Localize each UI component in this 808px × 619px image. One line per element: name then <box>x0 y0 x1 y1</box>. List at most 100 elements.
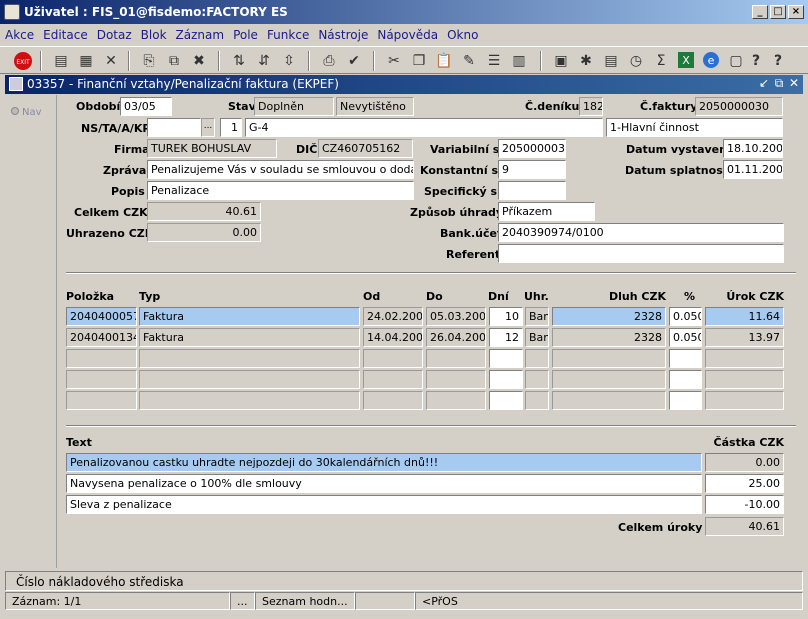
cut-icon[interactable]: ✂ <box>383 51 405 71</box>
cell-urok[interactable]: 11.64 <box>705 307 784 326</box>
cell-dni[interactable] <box>489 349 523 368</box>
copy-record-icon[interactable]: ⎘ <box>138 51 160 71</box>
zprava-field[interactable]: Penalizujeme Vás v souladu se smlouvou o… <box>147 160 414 179</box>
cell-do[interactable]: 05.03.2004 <box>426 307 486 326</box>
varsym-field[interactable]: 2050000030 <box>498 139 566 158</box>
paste-icon[interactable]: 📋 <box>433 51 455 71</box>
cell-do[interactable] <box>426 349 486 368</box>
cell-polozka[interactable] <box>66 391 137 410</box>
insert-record-icon[interactable]: ▦ <box>75 51 97 71</box>
menu-zaznam[interactable]: Záznam <box>171 25 229 42</box>
text-row-2[interactable]: Navysena penalizace o 100% dle smlouvy <box>66 474 702 493</box>
cell-urok[interactable] <box>705 349 784 368</box>
cell-urok[interactable] <box>705 370 784 389</box>
cell-do[interactable]: 26.04.2004 <box>426 328 486 347</box>
a-field[interactable]: G-4 <box>245 118 603 137</box>
cell-uhr[interactable] <box>525 349 549 368</box>
calculator-icon[interactable]: ▣ <box>550 51 572 71</box>
exit-icon[interactable]: EXIT <box>12 51 34 71</box>
sort-asc-icon[interactable]: ⇅ <box>228 51 250 71</box>
cell-dluh[interactable] <box>552 370 666 389</box>
castka-row-3[interactable]: -10.00 <box>705 495 784 514</box>
new-record-icon[interactable]: ▤ <box>50 51 72 71</box>
edit-icon[interactable]: ✎ <box>458 51 480 71</box>
cell-typ[interactable]: Faktura <box>139 328 360 347</box>
sort-desc-icon[interactable]: ⇵ <box>253 51 275 71</box>
save-icon[interactable]: ✔ <box>343 51 365 71</box>
cell-typ[interactable] <box>139 370 360 389</box>
cell-uhr[interactable]: Banl <box>525 328 549 347</box>
document-icon[interactable]: ▤ <box>600 51 622 71</box>
cell-urok[interactable] <box>705 391 784 410</box>
ta-field[interactable]: 1 <box>220 118 242 137</box>
menu-dotaz[interactable]: Dotaz <box>92 25 136 42</box>
sort-icon[interactable]: ⇳ <box>278 51 300 71</box>
context-help-icon[interactable]: ? <box>767 51 789 71</box>
castka-row-1[interactable]: 0.00 <box>705 453 784 472</box>
cell-typ[interactable]: Faktura <box>139 307 360 326</box>
ns-field[interactable] <box>147 118 201 137</box>
datspl-field[interactable]: 01.11.2005 <box>723 160 783 179</box>
cell-procent[interactable] <box>669 349 702 368</box>
cell-dluh[interactable]: 2328 <box>552 307 666 326</box>
kp-field[interactable]: 1-Hlavní činnost <box>606 118 783 137</box>
menu-napoveda[interactable]: Nápověda <box>372 25 442 42</box>
menu-blok[interactable]: Blok <box>136 25 171 42</box>
cell-polozka[interactable] <box>66 370 137 389</box>
filter-icon[interactable]: ✱ <box>575 51 597 71</box>
text-row-3[interactable]: Sleva z penalizace <box>66 495 702 514</box>
cell-dni[interactable] <box>489 370 523 389</box>
zpusob-field[interactable]: Příkazem <box>498 202 595 221</box>
ns-lookup-button[interactable]: ... <box>201 118 215 137</box>
cell-dluh[interactable] <box>552 391 666 410</box>
konstsym-field[interactable]: 9 <box>498 160 566 179</box>
cell-uhr[interactable]: Banl <box>525 307 549 326</box>
menu-okno[interactable]: Okno <box>442 25 482 42</box>
castka-row-2[interactable]: 25.00 <box>705 474 784 493</box>
obdobi-field[interactable]: 03/05 <box>120 97 172 116</box>
cell-do[interactable] <box>426 370 486 389</box>
cell-od[interactable]: 24.02.2004 <box>363 307 423 326</box>
specsym-field[interactable] <box>498 181 566 200</box>
cell-uhr[interactable] <box>525 391 549 410</box>
menu-pole[interactable]: Pole <box>228 25 262 42</box>
cell-polozka[interactable] <box>66 349 137 368</box>
doc-minimize-icon[interactable]: ↙ <box>757 76 771 92</box>
menu-editace[interactable]: Editace <box>38 25 92 42</box>
copy-icon[interactable]: ❐ <box>408 51 430 71</box>
help-icon[interactable]: ? <box>745 51 767 71</box>
cell-typ[interactable] <box>139 349 360 368</box>
doc-restore-icon[interactable]: ⧉ <box>772 76 786 92</box>
referent-field[interactable] <box>498 244 784 263</box>
maximize-button[interactable]: □ <box>770 5 786 19</box>
close-button[interactable]: × <box>788 5 804 19</box>
cell-od[interactable]: 14.04.2004 <box>363 328 423 347</box>
cell-dni[interactable]: 10 <box>489 307 523 326</box>
delete-record-icon[interactable]: ✕ <box>100 51 122 71</box>
grid-icon[interactable]: ▥ <box>508 51 530 71</box>
popis-field[interactable]: Penalizace <box>147 181 414 200</box>
menu-akce[interactable]: Akce <box>0 25 38 42</box>
minimize-button[interactable]: _ <box>752 5 768 19</box>
window-icon[interactable]: ▢ <box>725 51 747 71</box>
sum-icon[interactable]: Σ <box>650 51 672 71</box>
list-icon[interactable]: ☰ <box>483 51 505 71</box>
cell-polozka[interactable]: 2040400057 <box>66 307 137 326</box>
cell-dni[interactable]: 12 <box>489 328 523 347</box>
cell-procent[interactable]: 0.050 <box>669 328 702 347</box>
cell-polozka[interactable]: 2040400134 <box>66 328 137 347</box>
cell-dni[interactable] <box>489 391 523 410</box>
clear-icon[interactable]: ✖ <box>188 51 210 71</box>
nav-item[interactable]: Nav <box>11 107 42 118</box>
cell-do[interactable] <box>426 391 486 410</box>
datvyst-field[interactable]: 18.10.2005 <box>723 139 783 158</box>
cell-dluh[interactable] <box>552 349 666 368</box>
cell-procent[interactable]: 0.050 <box>669 307 702 326</box>
print-icon[interactable]: ⎙ <box>318 51 340 71</box>
cell-uhr[interactable] <box>525 370 549 389</box>
cell-procent[interactable] <box>669 391 702 410</box>
cell-procent[interactable] <box>669 370 702 389</box>
doc-close-icon[interactable]: ✕ <box>787 76 801 92</box>
menu-nastroje[interactable]: Nástroje <box>313 25 372 42</box>
cell-dluh[interactable]: 2328 <box>552 328 666 347</box>
